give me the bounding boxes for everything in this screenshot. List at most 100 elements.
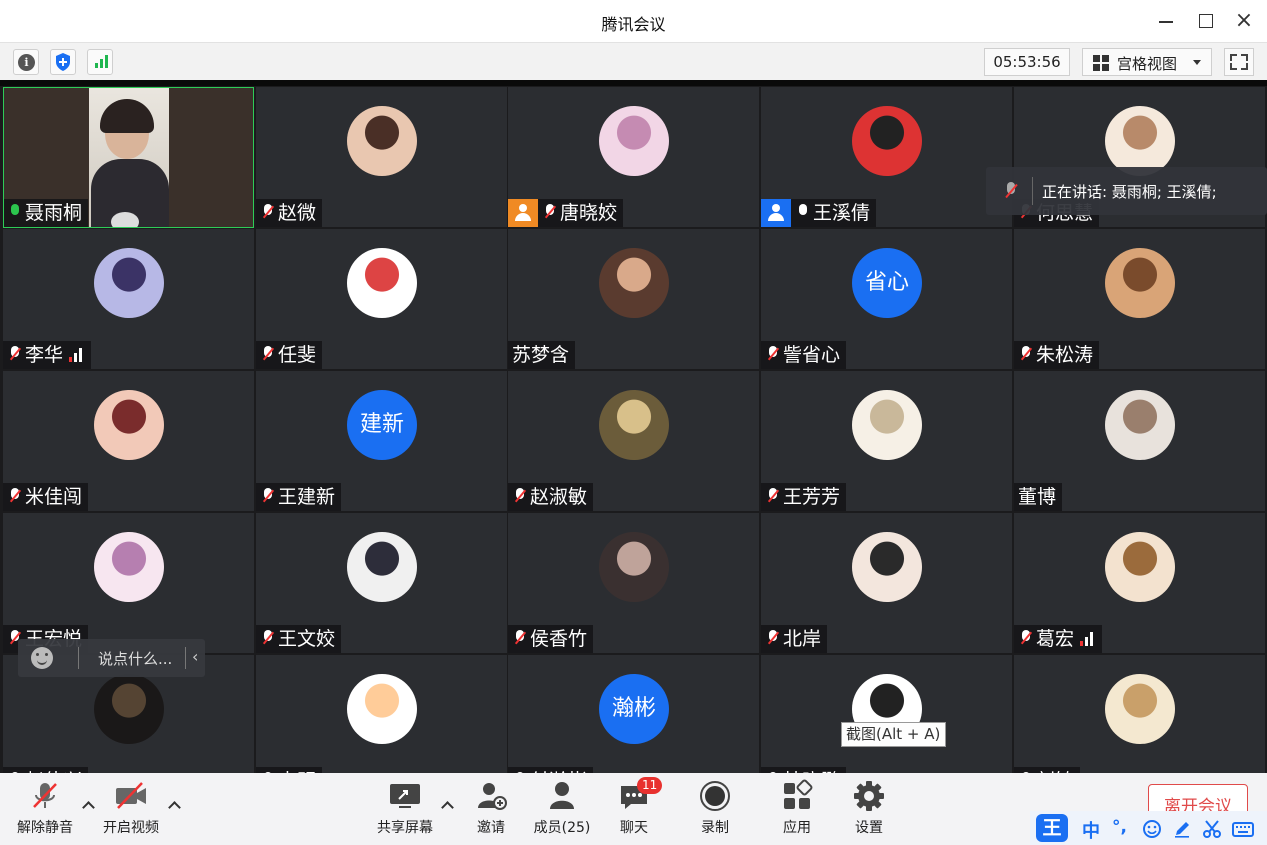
participant-tile[interactable]: 赵微 (256, 87, 507, 227)
participant-nametag: 唐晓姣 (508, 199, 624, 227)
participant-tile[interactable]: 刘敏 (1014, 655, 1265, 773)
grid-view-icon (1093, 55, 1109, 71)
scissors-icon[interactable] (1202, 819, 1222, 839)
participant-tile[interactable]: 韩晓鹏 (761, 655, 1012, 773)
participant-avatar (347, 532, 417, 602)
participant-nametag: 朱松涛 (1014, 341, 1100, 369)
settings-button[interactable]: 设置 (848, 779, 890, 837)
participant-nametag: 北岸 (761, 625, 828, 653)
participant-nametag: 王溪倩 (761, 199, 877, 227)
pen-icon[interactable] (1172, 819, 1192, 839)
invite-button[interactable]: 邀请 (466, 779, 516, 837)
info-icon: i (18, 54, 35, 71)
participant-name: 王建新 (278, 486, 336, 508)
ime-punctuation-toggle[interactable]: °, (1112, 817, 1132, 837)
participant-avatar (1105, 532, 1175, 602)
participant-name: 李华 (25, 344, 64, 366)
participant-tile[interactable]: 李华 (3, 229, 254, 369)
minimize-button[interactable] (1152, 8, 1180, 34)
start-video-label: 开启视频 (103, 820, 159, 836)
quick-chat-bar[interactable]: 说点什么... ‹ (18, 639, 205, 677)
participant-nametag: 侯香竹 (508, 625, 594, 653)
participant-name: 訾省心 (783, 344, 841, 366)
participant-tile[interactable]: 王芳芳 (761, 371, 1012, 511)
network-status-button[interactable] (87, 49, 113, 75)
participant-tile[interactable]: 王宏悦 (3, 513, 254, 653)
ime-logo[interactable]: 王 (1036, 814, 1068, 842)
participant-tile[interactable]: 米佳闯 (3, 371, 254, 511)
apps-button[interactable]: 应用 (776, 779, 818, 837)
participant-tile[interactable]: 朱松涛 (1014, 229, 1265, 369)
share-options-caret[interactable] (441, 799, 453, 811)
record-icon (698, 779, 732, 813)
participant-avatar (599, 390, 669, 460)
ime-mode-toggle[interactable]: 中 (1082, 817, 1100, 843)
collapse-chat-button[interactable]: ‹ (192, 647, 198, 666)
participant-tile[interactable]: 唐晓姣 (508, 87, 759, 227)
participant-avatar (94, 390, 164, 460)
participant-tile[interactable]: 北岸 (761, 513, 1012, 653)
record-label: 录制 (701, 820, 729, 836)
participant-tile[interactable]: 王文姣 (256, 513, 507, 653)
add-user-icon (474, 779, 508, 813)
participant-name: 王溪倩 (813, 202, 871, 224)
participant-tile[interactable]: 王溪倩 (761, 87, 1012, 227)
participant-tile[interactable]: 李明 (256, 655, 507, 773)
participant-nametag: 葛宏 (1014, 625, 1103, 653)
emoji-icon[interactable] (1142, 819, 1162, 839)
chat-input[interactable]: 说点什么... (98, 648, 172, 669)
keyboard-icon[interactable] (1232, 819, 1254, 839)
participant-avatar: 瀚彬 (599, 674, 669, 744)
mic-icon (7, 203, 23, 221)
participant-tile[interactable]: 任斐 (256, 229, 507, 369)
members-button[interactable]: 成员(25) (530, 779, 594, 837)
participant-tile[interactable]: 董博 (1014, 371, 1265, 511)
start-video-button[interactable]: 开启视频 (100, 779, 162, 837)
fullscreen-button[interactable] (1224, 48, 1254, 76)
participant-nametag: 任斐 (256, 341, 323, 369)
participant-nametag: 王文姣 (256, 625, 342, 653)
participant-tile[interactable]: 建新 王建新 (256, 371, 507, 511)
participant-avatar (347, 248, 417, 318)
participant-avatar (1105, 248, 1175, 318)
participant-avatar (852, 532, 922, 602)
participant-tile[interactable]: 赵淑敏 (508, 371, 759, 511)
security-button[interactable] (50, 49, 76, 75)
emoji-icon[interactable] (31, 647, 53, 669)
participant-nametag: 訾省心 (761, 341, 847, 369)
mic-icon (795, 203, 811, 221)
meeting-window: 腾讯会议 × i 05:53:56 宫格视图 聂雨桐 赵微 唐晓姣 王溪倩 李华… (0, 0, 1267, 845)
user-role-icon (508, 199, 538, 227)
unmute-button[interactable]: 解除静音 (14, 779, 76, 837)
close-button[interactable]: × (1230, 8, 1258, 34)
participant-nametag: 赵微 (256, 199, 323, 227)
chat-button[interactable]: 11 聊天 (612, 777, 663, 837)
meeting-info-button[interactable]: i (13, 49, 39, 75)
record-button[interactable]: 录制 (694, 779, 736, 837)
participant-tile[interactable]: 聂雨桐 (3, 87, 254, 227)
settings-label: 设置 (855, 820, 883, 836)
participant-name: 赵微 (278, 202, 317, 224)
participant-name: 王文姣 (278, 628, 336, 650)
maximize-button[interactable] (1192, 8, 1220, 34)
ime-toolbar: 王 中 °, (1030, 811, 1267, 845)
mic-muted-icon (1002, 181, 1020, 201)
participant-tile[interactable]: 侯香竹 (508, 513, 759, 653)
screenshot-tooltip: 截图(Alt + A) (841, 722, 946, 747)
participant-tile[interactable]: 瀚彬付瀚彬 (508, 655, 759, 773)
caret-down-icon (1193, 60, 1201, 65)
user-role-icon (761, 199, 791, 227)
audio-options-caret[interactable] (82, 799, 94, 811)
mic-muted-icon (542, 203, 558, 221)
view-mode-dropdown[interactable]: 宫格视图 (1082, 48, 1212, 76)
mic-muted-icon (1018, 345, 1034, 363)
participant-tile[interactable]: 苏梦含 (508, 229, 759, 369)
participant-tile[interactable]: 省心 訾省心 (761, 229, 1012, 369)
speaking-indicator: 正在讲话: 聂雨桐; 王溪倩; (986, 167, 1267, 215)
share-screen-button[interactable]: 共享屏幕 (374, 779, 436, 837)
members-icon (545, 779, 579, 813)
mic-muted-icon (28, 779, 62, 813)
video-options-caret[interactable] (168, 799, 180, 811)
participant-tile[interactable]: 葛宏 (1014, 513, 1265, 653)
participant-avatar (1105, 106, 1175, 176)
